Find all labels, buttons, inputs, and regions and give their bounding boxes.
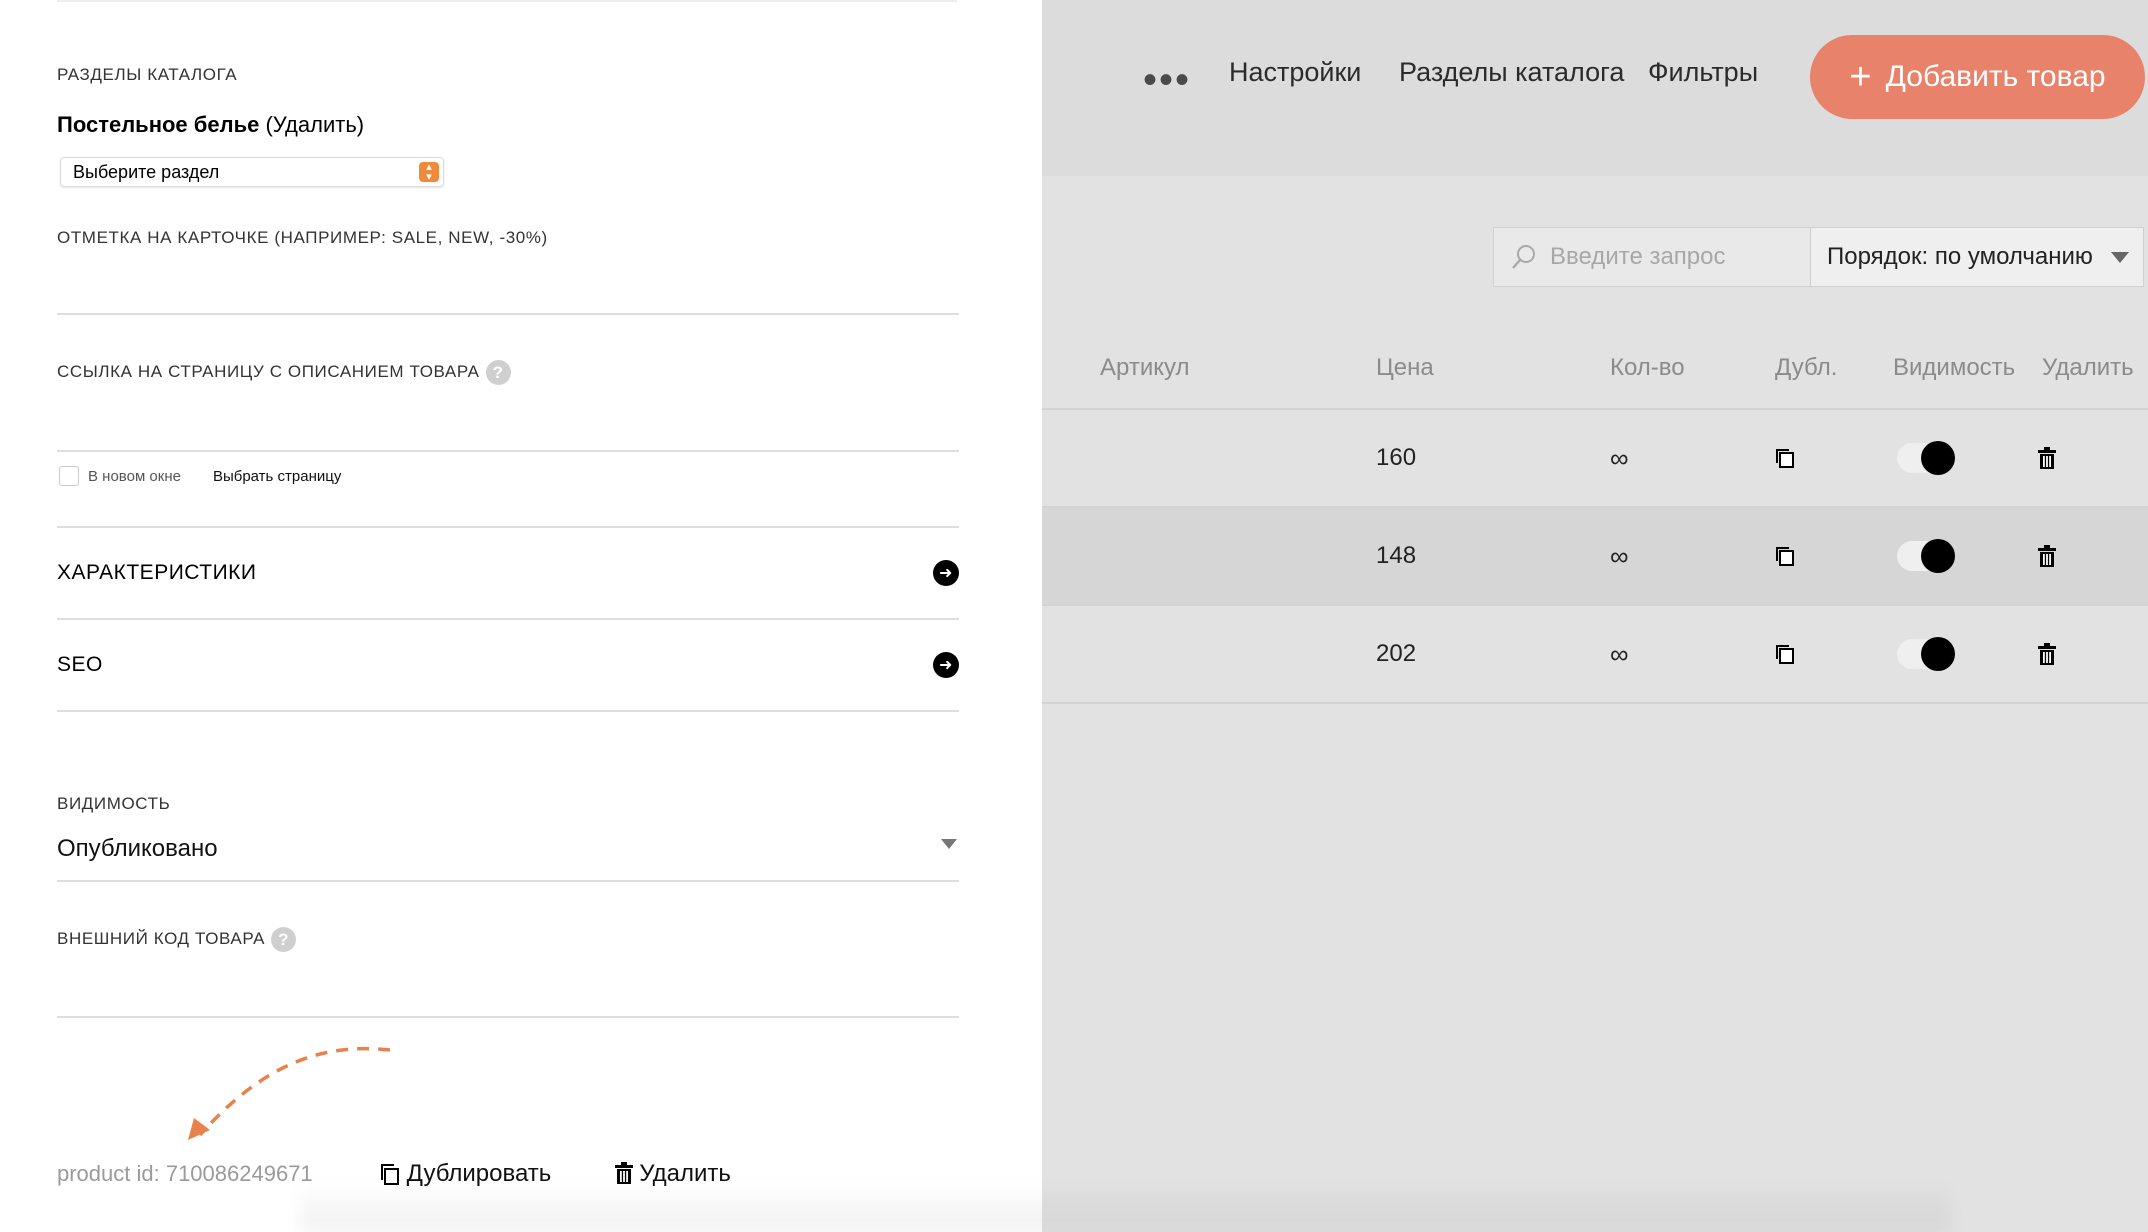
visibility-toggle[interactable]	[1897, 508, 1955, 604]
divider	[57, 710, 959, 712]
product-link-label-text: ССЫЛКА НА СТРАНИЦУ С ОПИСАНИЕМ ТОВАРА	[57, 361, 480, 381]
select-stepper-icon: ▴ ▾	[419, 162, 439, 183]
column-header-visibility: Видимость	[1893, 354, 2016, 381]
visibility-label: ВИДИМОСТЬ	[57, 794, 171, 813]
chevron-down-icon	[2111, 252, 2129, 263]
price-cell: 202	[1376, 640, 1417, 667]
product-id: product id: 710086249671	[57, 1161, 313, 1186]
add-product-label: Добавить товар	[1885, 60, 2106, 93]
column-header-delete: Удалить	[2042, 354, 2134, 381]
new-window-label: В новом окне	[88, 467, 181, 485]
search-input[interactable]	[1550, 243, 1810, 271]
seo-label: SEO	[57, 653, 103, 676]
table-row[interactable]: 160 ∞	[1042, 410, 2148, 508]
nav-catalog-sections[interactable]: Разделы каталога	[1399, 56, 1624, 88]
characteristics-accordion[interactable]: ХАРАКТЕРИСТИКИ ➜	[57, 553, 959, 593]
help-icon[interactable]: ?	[271, 927, 297, 952]
visibility-underline	[57, 880, 959, 882]
section-name: Постельное белье	[57, 112, 260, 137]
catalog-sections-label: РАЗДЕЛЫ КАТАЛОГА	[57, 65, 238, 84]
trash-icon	[2038, 545, 2056, 567]
qty-cell: ∞	[1610, 442, 1629, 473]
chevron-down-icon[interactable]	[941, 839, 957, 849]
assigned-section: Постельное белье (Удалить)	[57, 112, 364, 138]
external-code-label-text: ВНЕШНИЙ КОД ТОВАРА	[57, 928, 266, 948]
more-menu-button[interactable]: •••	[1143, 60, 1191, 100]
external-code-label: ВНЕШНИЙ КОД ТОВАРА?	[57, 927, 297, 952]
duplicate-icon	[1776, 547, 1794, 566]
seo-accordion[interactable]: SEO ➜	[57, 645, 959, 685]
arrow-right-circle-icon: ➜	[933, 560, 959, 586]
link-input-underline[interactable]	[57, 450, 959, 452]
column-header-duplicate: Дубл.	[1775, 354, 1838, 381]
trash-icon	[2038, 447, 2056, 469]
remove-section-link[interactable]: (Удалить)	[265, 112, 364, 137]
delete-button[interactable]	[2038, 606, 2056, 702]
new-window-option: В новом окне Выбрать страницу	[59, 466, 341, 486]
delete-button[interactable]	[2038, 410, 2056, 506]
divider	[57, 618, 959, 620]
table-row[interactable]: 148 ∞	[1042, 508, 2148, 606]
trash-icon	[2038, 643, 2056, 665]
new-window-checkbox[interactable]	[59, 466, 79, 486]
duplicate-icon	[1776, 449, 1794, 468]
visibility-toggle[interactable]	[1897, 410, 1955, 506]
price-cell: 148	[1376, 542, 1417, 569]
characteristics-label: ХАРАКТЕРИСТИКИ	[57, 561, 257, 584]
nav-settings[interactable]: Настройки	[1229, 56, 1361, 88]
qty-cell: ∞	[1610, 638, 1629, 669]
plus-icon: +	[1849, 56, 1872, 98]
external-code-input-underline[interactable]	[57, 1016, 959, 1018]
search-box[interactable]	[1493, 227, 1836, 287]
column-header-sku[interactable]: Артикул	[1100, 354, 1189, 382]
duplicate-button[interactable]	[1774, 410, 1796, 506]
badge-label: ОТМЕТКА НА КАРТОЧКЕ (НАПРИМЕР: SALE, NEW…	[57, 228, 548, 247]
badge-input-underline[interactable]	[57, 313, 959, 315]
search-icon	[1512, 245, 1535, 269]
dashed-arrow-annotation	[188, 1046, 391, 1140]
visibility-select[interactable]: Опубликовано	[57, 835, 218, 863]
nav-filters[interactable]: Фильтры	[1648, 56, 1758, 88]
column-header-price[interactable]: Цена	[1376, 354, 1434, 382]
delete-button[interactable]	[2038, 508, 2056, 604]
price-cell: 160	[1376, 444, 1417, 471]
table-row[interactable]: 202 ∞	[1042, 606, 2148, 704]
choose-page-link[interactable]: Выбрать страницу	[213, 468, 341, 485]
product-edit-panel: РАЗДЕЛЫ КАТАЛОГА Постельное белье (Удали…	[0, 0, 1042, 1232]
catalog-list-background: ••• Настройки Разделы каталога Фильтры +…	[1042, 0, 2148, 1232]
arrow-right-circle-icon: ➜	[933, 652, 959, 678]
duplicate-icon	[1776, 645, 1794, 664]
help-icon[interactable]: ?	[485, 360, 511, 385]
column-header-qty[interactable]: Кол-во	[1610, 354, 1685, 382]
top-bar: ••• Настройки Разделы каталога Фильтры +…	[1042, 0, 2148, 176]
product-link-label: ССЫЛКА НА СТРАНИЦУ С ОПИСАНИЕМ ТОВАРА?	[57, 360, 511, 385]
qty-cell: ∞	[1610, 540, 1629, 571]
sort-label: Порядок: по умолчанию	[1827, 243, 2093, 270]
add-product-button[interactable]: + Добавить товар	[1810, 35, 2145, 119]
section-select[interactable]: Выберите раздел ▴ ▾	[60, 157, 444, 187]
duplicate-button[interactable]	[1774, 508, 1796, 604]
duplicate-button[interactable]	[1774, 606, 1796, 702]
divider	[57, 526, 959, 528]
bottom-shadow	[300, 1180, 1950, 1232]
sort-select[interactable]: Порядок: по умолчанию	[1810, 227, 2144, 287]
section-select-value: Выберите раздел	[73, 161, 220, 182]
divider	[57, 0, 957, 2]
visibility-toggle[interactable]	[1897, 606, 1955, 702]
